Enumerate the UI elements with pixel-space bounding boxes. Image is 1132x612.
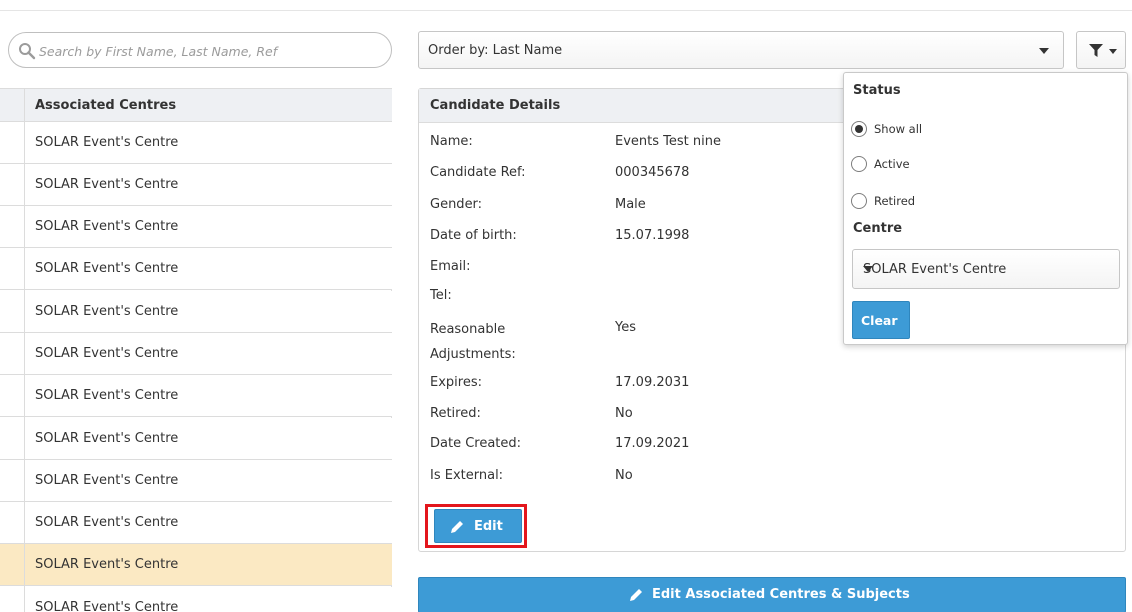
order-by-select[interactable]: Order by: Last Name [418, 31, 1064, 69]
centre-row-label: SOLAR Event's Centre [35, 177, 179, 192]
detail-value: No [615, 468, 633, 483]
detail-label: Tel: [430, 288, 452, 303]
pencil-icon [630, 589, 642, 601]
centre-row[interactable]: SOLAR Event's Centre [0, 587, 392, 612]
candidate-details-title: Candidate Details [430, 98, 561, 113]
top-divider [0, 10, 1132, 11]
centre-row[interactable]: SOLAR Event's Centre [0, 122, 392, 164]
centre-title: Centre [853, 221, 903, 236]
centre-row-label: SOLAR Event's Centre [35, 135, 179, 150]
centre-select[interactable]: SOLAR Event's Centre [852, 249, 1120, 289]
associated-centres-header: Associated Centres [0, 88, 392, 122]
centre-row[interactable]: SOLAR Event's Centre [0, 333, 392, 375]
chevron-down-icon [1039, 48, 1049, 54]
detail-value: No [615, 406, 633, 421]
chevron-down-icon [863, 266, 873, 272]
centre-row-label: SOLAR Event's Centre [35, 515, 179, 530]
centre-row-label: SOLAR Event's Centre [35, 304, 179, 319]
detail-label: Reasonable Adjustments: [430, 322, 516, 362]
detail-value: 17.09.2031 [615, 375, 690, 390]
detail-label: Date Created: [430, 436, 522, 451]
status-option-label: Active [874, 157, 910, 171]
edit-associated-centres-label: Edit Associated Centres & Subjects [652, 587, 910, 602]
detail-label: Candidate Ref: [430, 165, 526, 180]
detail-label: Email: [430, 259, 471, 274]
centre-row[interactable]: SOLAR Event's Centre [0, 164, 392, 206]
centre-row[interactable]: SOLAR Event's Centre [0, 418, 392, 460]
filter-icon [1089, 44, 1103, 57]
status-title: Status [853, 83, 901, 98]
radio-button[interactable] [851, 193, 867, 209]
clear-button[interactable]: Clear [852, 301, 910, 339]
centre-row[interactable]: SOLAR Event's Centre [0, 206, 392, 248]
centre-row[interactable]: SOLAR Event's Centre [0, 502, 392, 544]
centre-row-label: SOLAR Event's Centre [35, 600, 179, 612]
detail-value: 15.07.1998 [615, 228, 690, 243]
detail-value: 17.09.2021 [615, 436, 690, 451]
detail-value: Male [615, 197, 646, 212]
detail-value: Events Test nine [615, 134, 721, 149]
centre-row-label: SOLAR Event's Centre [35, 219, 179, 234]
detail-label: Date of birth: [430, 228, 517, 243]
detail-label: Expires: [430, 375, 482, 390]
centre-row-label: SOLAR Event's Centre [35, 557, 179, 572]
centre-row-label: SOLAR Event's Centre [35, 388, 179, 403]
detail-value: 000345678 [615, 165, 690, 180]
filter-popover: Status Show all Active Retired Centre SOLA… [843, 72, 1128, 345]
centre-row-label: SOLAR Event's Centre [35, 346, 179, 361]
centre-row[interactable]: SOLAR Event's Centre [0, 291, 392, 333]
centre-row-label: SOLAR Event's Centre [35, 473, 179, 488]
centre-row[interactable]: SOLAR Event's Centre [0, 460, 392, 502]
detail-label: Retired: [430, 406, 481, 421]
detail-value: Yes [615, 320, 636, 335]
status-option-label: Show all [874, 122, 923, 136]
associated-centres-title: Associated Centres [35, 98, 177, 113]
search-box[interactable] [8, 32, 392, 68]
detail-label: Gender: [430, 197, 483, 212]
search-input[interactable] [39, 41, 379, 61]
column-divider [24, 88, 25, 612]
search-icon [19, 43, 36, 60]
centre-row-label: SOLAR Event's Centre [35, 261, 179, 276]
centre-row[interactable]: SOLAR Event's Centre [0, 248, 392, 290]
centre-select-value: SOLAR Event's Centre [863, 262, 1007, 277]
detail-label: Is External: [430, 468, 504, 483]
radio-button[interactable] [851, 156, 867, 172]
edit-associated-centres-button[interactable]: Edit Associated Centres & Subjects [418, 577, 1126, 612]
centre-row[interactable]: SOLAR Event's Centre [0, 375, 392, 417]
centre-row-label: SOLAR Event's Centre [35, 431, 179, 446]
filter-button[interactable] [1076, 31, 1126, 69]
detail-label: Name: [430, 134, 473, 149]
chevron-down-icon [1109, 49, 1117, 54]
radio-button[interactable] [851, 121, 867, 137]
status-option-label: Retired [874, 194, 916, 208]
highlight-box [425, 504, 527, 548]
associated-centres-list: Associated Centres SOLAR Event's Centre S… [0, 88, 392, 612]
clear-button-label: Clear [861, 313, 898, 328]
centre-row[interactable]: SOLAR Event's Centre [0, 544, 392, 586]
order-by-label: Order by: Last Name [428, 43, 563, 58]
